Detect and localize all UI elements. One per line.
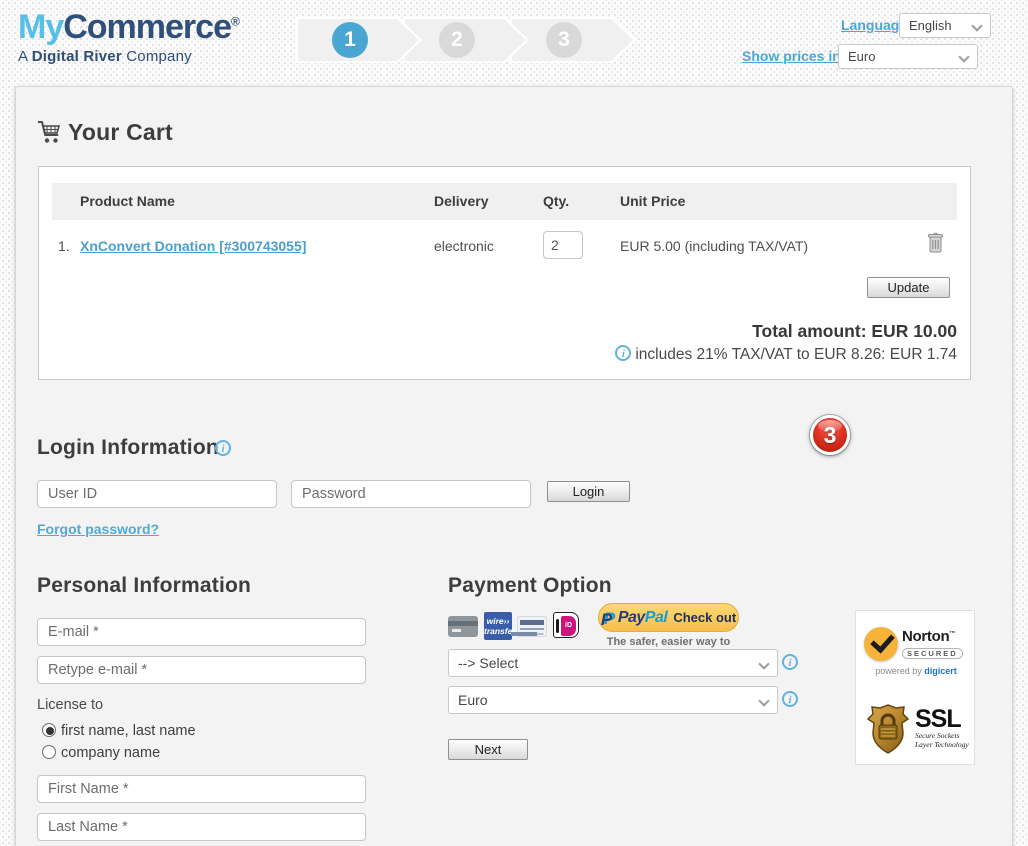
norton-powered-by: powered by digicert <box>875 666 957 676</box>
chevron-down-icon <box>973 22 981 30</box>
cart-icon <box>38 121 61 143</box>
radio-button-icon[interactable] <box>42 723 56 737</box>
cart-table-header <box>52 183 957 220</box>
info-icon[interactable]: i <box>615 345 632 362</box>
annotation-badge-3: 3 <box>810 415 850 455</box>
tax-note: i includes 21% TAX/VAT to EUR 8.26: EUR 1… <box>615 345 957 364</box>
display-currency-select[interactable]: Euro <box>838 44 978 69</box>
license-to-label: License to <box>37 697 104 713</box>
bank-transfer-icon <box>517 616 547 637</box>
trust-badges-box: Norton™ SECURED powered by digicert SSL <box>855 610 975 765</box>
login-section-title: Login Information <box>37 436 219 459</box>
chevron-down-icon <box>760 660 768 668</box>
norton-secured-badge: Norton™ SECURED powered by digicert <box>864 627 968 676</box>
total-amount: Total amount: EUR 10.00 <box>752 321 957 341</box>
logo-tagline: A Digital River Company <box>18 48 192 65</box>
step-1-number: 1 <box>332 22 368 58</box>
logo-wordmark: MyCommerce® <box>18 8 240 46</box>
update-button[interactable]: Update <box>867 277 950 298</box>
last-name-input[interactable] <box>37 813 366 841</box>
ssl-badge: SSL Secure Sockets Layer Technology <box>866 703 969 755</box>
norton-checkmark-icon <box>864 627 898 661</box>
personal-section-title: Personal Information <box>37 574 252 597</box>
chevron-down-icon <box>960 53 968 61</box>
first-name-input[interactable] <box>37 775 366 803</box>
email-input[interactable] <box>37 618 366 646</box>
info-icon[interactable]: i <box>782 654 798 670</box>
delete-item-icon[interactable] <box>927 232 944 254</box>
radio-button-icon[interactable] <box>42 745 56 759</box>
mycommerce-logo: MyCommerce® A Digital River Company <box>18 8 240 65</box>
item-unit-price: EUR 5.00 (including TAX/VAT) <box>620 238 809 254</box>
paypal-checkout-button[interactable]: PP PayPal Check out <box>598 603 739 632</box>
paypal-logo-icon: PP <box>600 608 616 629</box>
col-qty: Qty. <box>543 193 570 209</box>
step-3-number: 3 <box>546 22 582 58</box>
payment-method-select[interactable]: --> Select <box>448 649 778 677</box>
cart-title: Your Cart <box>68 119 173 145</box>
user-id-input[interactable] <box>37 480 277 508</box>
chevron-down-icon <box>760 697 768 705</box>
step-2-number: 2 <box>439 22 475 58</box>
checkout-page: MyCommerce® A Digital River Company 1 2 … <box>0 0 1028 846</box>
item-delivery: electronic <box>434 238 494 254</box>
product-link[interactable]: XnConvert Donation [#300743055] <box>80 238 306 254</box>
item-index: 1. <box>58 238 70 254</box>
radio-first-last-name[interactable]: first name, last name <box>42 723 196 739</box>
step-1: 1 <box>296 17 422 63</box>
password-input[interactable] <box>291 480 531 508</box>
show-prices-link[interactable]: Show prices in: <box>742 48 845 64</box>
info-icon[interactable]: i <box>215 440 231 456</box>
credit-card-icon <box>448 616 478 637</box>
col-unit-price: Unit Price <box>620 193 686 209</box>
col-product-name: Product Name <box>80 193 175 209</box>
radio-company-name[interactable]: company name <box>42 745 160 761</box>
forgot-password-link[interactable]: Forgot password? <box>37 521 159 537</box>
ideal-icon: iD <box>553 612 579 638</box>
info-icon[interactable]: i <box>782 691 798 707</box>
ssl-shield-icon <box>866 704 910 754</box>
wire-transfer-icon: wire›› transfer <box>484 612 516 640</box>
language-select[interactable]: English <box>899 13 991 38</box>
next-button[interactable]: Next <box>448 739 528 760</box>
col-delivery: Delivery <box>434 193 489 209</box>
payment-section-title: Payment Option <box>448 574 612 597</box>
quantity-input[interactable] <box>543 231 583 259</box>
retype-email-input[interactable] <box>37 656 366 684</box>
login-button[interactable]: Login <box>547 481 630 502</box>
payment-currency-select[interactable]: Euro <box>448 686 778 714</box>
